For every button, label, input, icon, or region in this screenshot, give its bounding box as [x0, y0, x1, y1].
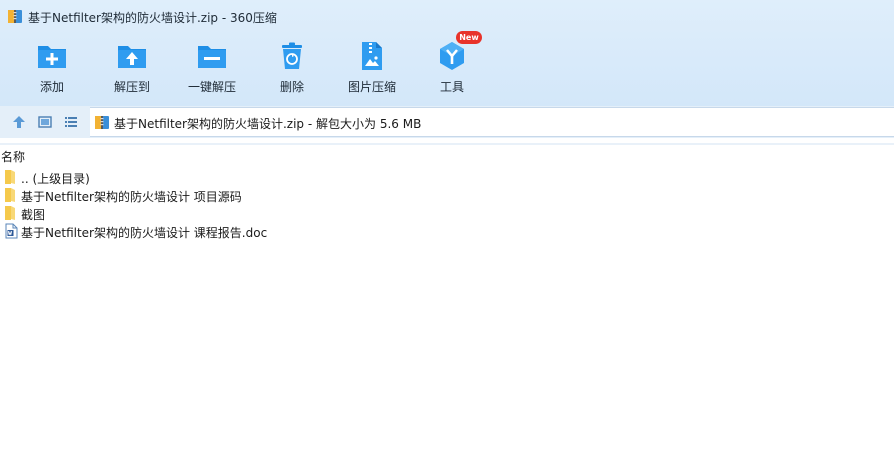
file-list: .. (上级目录) 基于Netfilter架构的防火墙设计 项目源码 截图 基于…: [0, 168, 894, 240]
list-item-source-folder[interactable]: 基于Netfilter架构的防火墙设计 项目源码: [0, 186, 894, 204]
image-compress-button-label: 图片压缩: [347, 80, 396, 94]
add-folder-icon: [38, 46, 66, 68]
folder-icon: [5, 170, 15, 184]
tools-cube-icon: [440, 42, 464, 70]
zip-archive-icon: [8, 10, 22, 23]
address-path: 基于Netfilter架构的防火墙设计.zip - 解包大小为 5.6 MB: [114, 117, 422, 131]
list-item-label: .. (上级目录): [21, 172, 90, 186]
toolbar: 添加 解压到 一键解压 删除 图片压缩 New 工具: [0, 31, 894, 102]
delete-button-label: 删除: [279, 80, 304, 94]
header-area: 基于Netfilter架构的防火墙设计.zip - 360压缩 添加 解压到 一…: [0, 0, 894, 106]
image-compress-icon: [362, 42, 382, 70]
address-bar[interactable]: 基于Netfilter架构的防火墙设计.zip - 解包大小为 5.6 MB: [90, 107, 894, 137]
column-header-name[interactable]: 名称: [1, 148, 25, 165]
title-bar: 基于Netfilter架构的防火墙设计.zip - 360压缩: [0, 0, 894, 34]
extract-to-button[interactable]: 解压到: [92, 36, 172, 98]
zip-archive-icon: [95, 116, 109, 129]
delete-button[interactable]: 删除: [252, 36, 332, 98]
address-row: 基于Netfilter架构的防火墙设计.zip - 解包大小为 5.6 MB: [0, 106, 894, 138]
list-item-screenshots-folder[interactable]: 截图: [0, 204, 894, 222]
one-click-extract-button-label: 一键解压: [187, 80, 236, 94]
extract-to-folder-icon: [118, 46, 146, 68]
folder-icon: [5, 188, 15, 202]
window-title: 基于Netfilter架构的防火墙设计.zip - 360压缩: [28, 11, 277, 25]
one-click-extract-button[interactable]: 一键解压: [172, 36, 252, 98]
list-item-label: 基于Netfilter架构的防火墙设计 项目源码: [21, 190, 242, 204]
app-window: 基于Netfilter架构的防火墙设计.zip - 360压缩 添加 解压到 一…: [0, 0, 894, 452]
new-badge: New: [456, 31, 482, 44]
list-item-label: 基于Netfilter架构的防火墙设计 课程报告.doc: [21, 226, 268, 240]
trash-recycle-icon: [282, 42, 302, 69]
tools-button[interactable]: New 工具: [412, 31, 492, 98]
extract-to-button-label: 解压到: [113, 80, 150, 94]
add-button-label: 添加: [39, 80, 64, 94]
list-item-label: 截图: [21, 208, 46, 222]
list-item-parent-directory[interactable]: .. (上级目录): [0, 168, 894, 186]
up-arrow-icon[interactable]: [11, 114, 27, 130]
column-header: 名称: [0, 146, 894, 164]
add-button[interactable]: 添加: [12, 36, 92, 98]
thumbnail-view-icon[interactable]: [37, 114, 53, 130]
list-view-icon[interactable]: [63, 114, 79, 130]
divider: [0, 143, 894, 145]
tools-button-label: 工具: [439, 80, 464, 94]
image-compress-button[interactable]: 图片压缩: [332, 36, 412, 98]
one-click-extract-icon: [198, 46, 226, 68]
list-item-report-doc[interactable]: 基于Netfilter架构的防火墙设计 课程报告.doc: [0, 222, 894, 240]
word-document-icon: [5, 223, 18, 239]
folder-icon: [5, 206, 15, 220]
